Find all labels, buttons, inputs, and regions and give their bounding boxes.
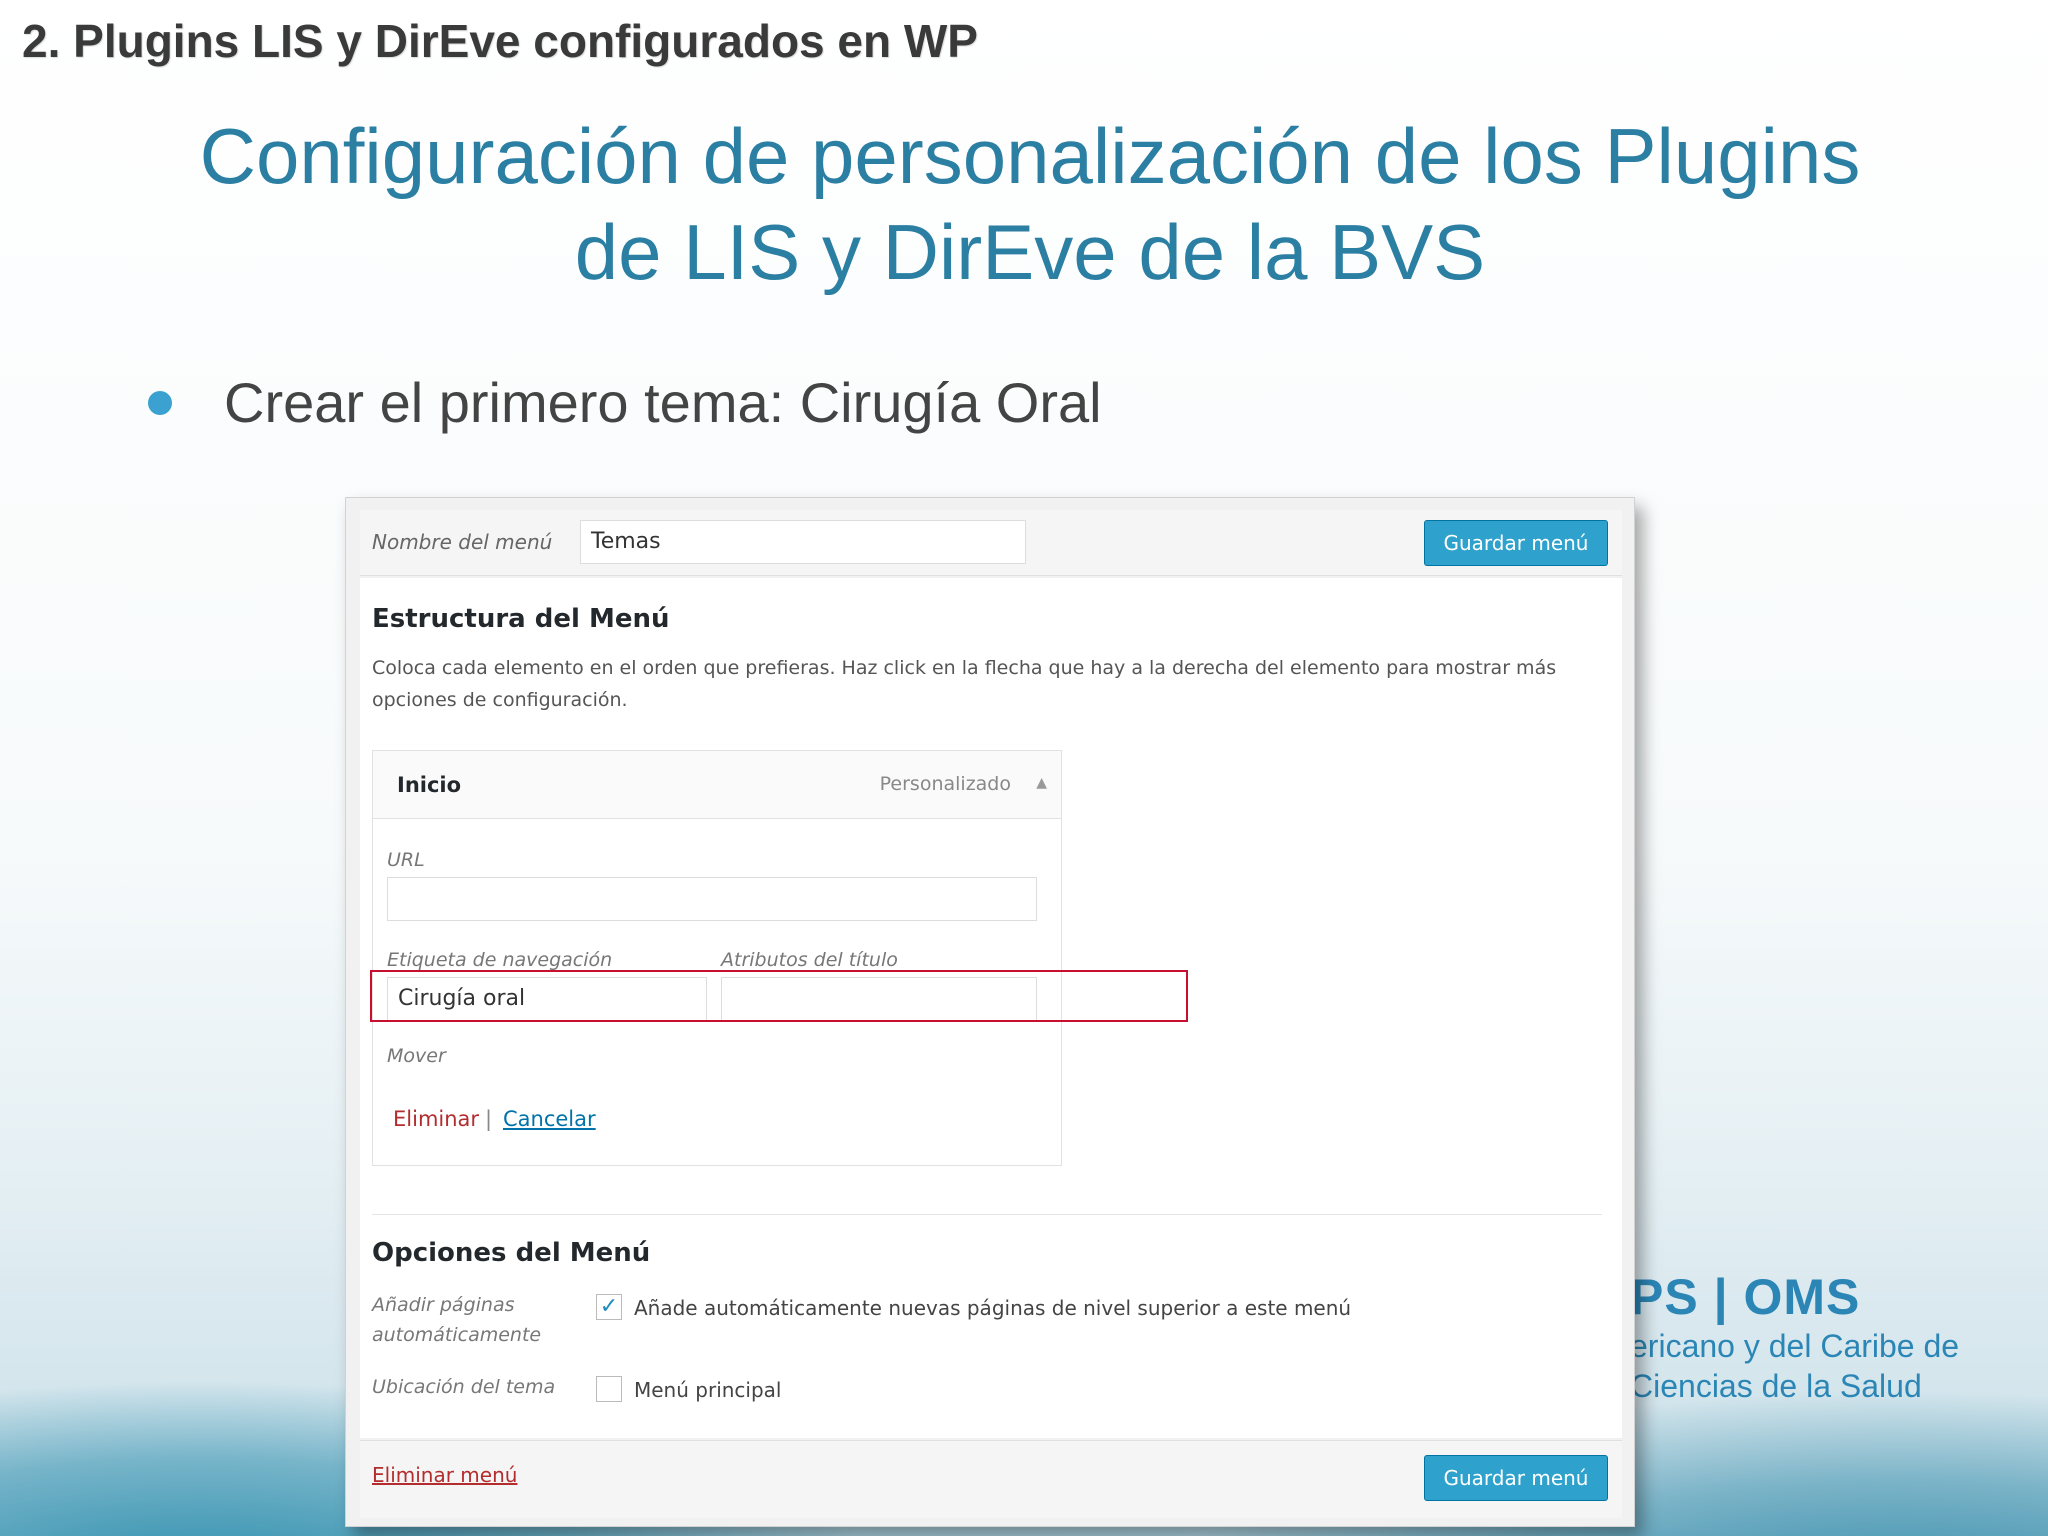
save-menu-button-top[interactable]: Guardar menú: [1424, 520, 1608, 566]
structure-description: Coloca cada elemento en el orden que pre…: [372, 657, 1557, 711]
nav-label-label: Etiqueta de navegación: [387, 949, 613, 971]
bullet-item: Crear el primero tema: Cirugía Oral: [148, 370, 1102, 435]
bullet-text: Crear el primero tema: Cirugía Oral: [224, 371, 1102, 434]
delete-item-link[interactable]: Eliminar: [393, 1107, 479, 1131]
main-menu-checkbox[interactable]: [596, 1376, 622, 1402]
delete-menu-link[interactable]: Eliminar menú: [372, 1463, 517, 1487]
slide-title-line-1: Configuración de personalización de los …: [199, 112, 1861, 200]
auto-add-checkbox[interactable]: ✓: [596, 1294, 622, 1320]
menu-item-box: Inicio Personalizado ▲ URL Etiqueta de n…: [372, 750, 1062, 1166]
auto-add-label: Añadir páginas automáticamente: [372, 1294, 542, 1346]
logo-line-2: ericano y del Caribe de: [1630, 1328, 1960, 1364]
menu-name-label: Nombre del menú: [372, 530, 553, 554]
menu-item-title: Inicio: [397, 773, 462, 797]
save-menu-button-bottom[interactable]: Guardar menú: [1424, 1455, 1608, 1501]
logo-line-3: Ciencias de la Salud: [1630, 1368, 1922, 1404]
menu-name-input[interactable]: Temas: [580, 520, 1026, 564]
link-separator: |: [485, 1107, 493, 1131]
move-label: Mover: [387, 1045, 446, 1067]
section-divider: [372, 1214, 1602, 1215]
section-title: 2. Plugins LIS y DirEve configurados en …: [22, 15, 978, 67]
options-heading: Opciones del Menú: [372, 1238, 651, 1268]
bullet-dot-icon: [148, 390, 172, 415]
menu-item-header[interactable]: Inicio Personalizado ▲: [373, 751, 1061, 819]
cancel-item-link[interactable]: Cancelar: [503, 1107, 596, 1131]
menu-item-type: Personalizado: [879, 773, 1011, 795]
structure-heading: Estructura del Menú: [372, 604, 670, 634]
menu-header-bar: Nombre del menú Temas Guardar menú: [360, 510, 1622, 576]
url-input[interactable]: [387, 877, 1037, 921]
highlight-rectangle: [370, 970, 1188, 1022]
collapse-arrow-icon[interactable]: ▲: [1036, 775, 1047, 791]
url-label: URL: [387, 849, 425, 871]
main-menu-text: Menú principal: [634, 1378, 782, 1402]
logo-line-1: PS | OMS: [1630, 1269, 1861, 1325]
title-attr-label: Atributos del título: [721, 949, 898, 971]
slide-title: Configuración de personalización de los …: [150, 108, 1910, 300]
menu-footer-bar: Eliminar menú Guardar menú: [360, 1440, 1622, 1518]
slide-title-line-2: de LIS y DirEve de la BVS: [574, 208, 1486, 296]
auto-add-text: Añade automáticamente nuevas páginas de …: [634, 1296, 1352, 1320]
location-label: Ubicación del tema: [372, 1376, 556, 1398]
ops-oms-logo: PS | OMS ericano y del Caribe de Ciencia…: [1630, 1268, 1959, 1406]
